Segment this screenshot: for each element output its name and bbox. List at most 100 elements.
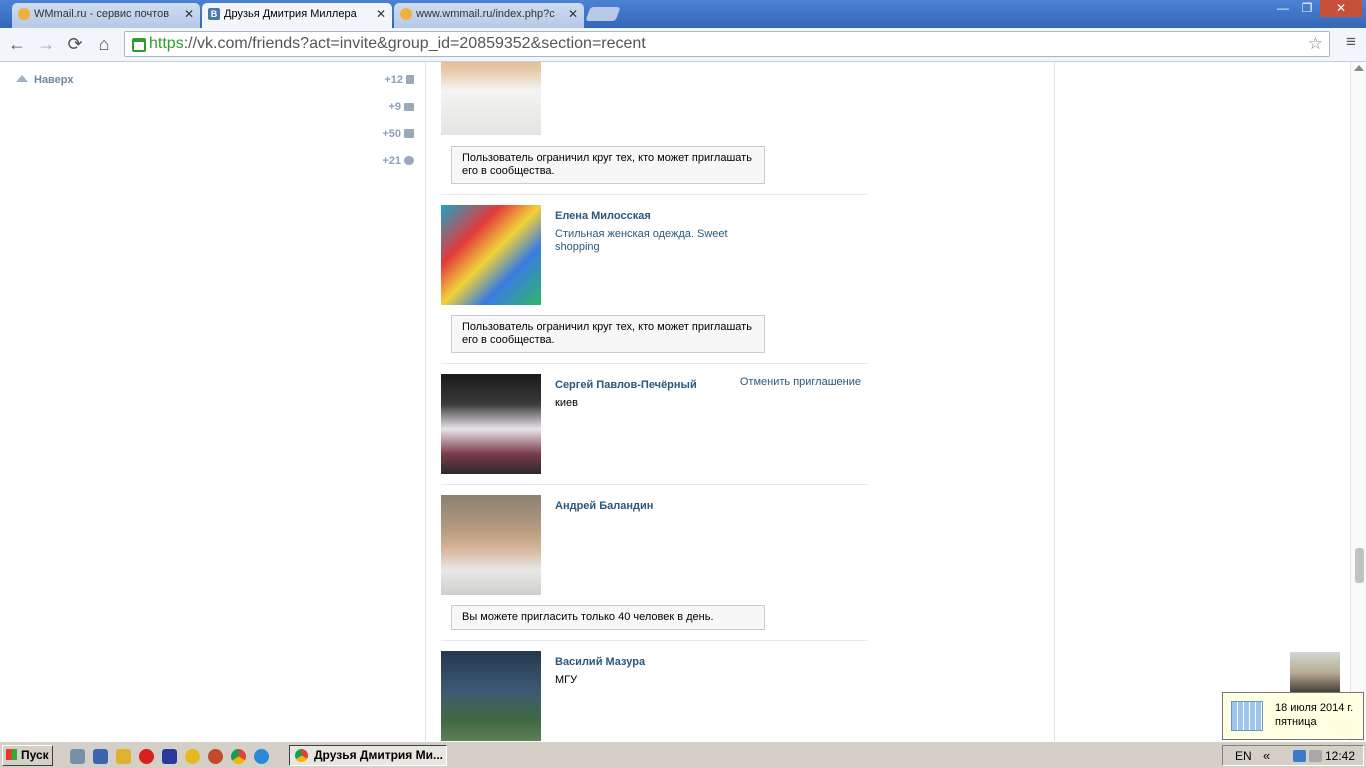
- close-window-button[interactable]: ✕: [1320, 0, 1362, 17]
- language-indicator[interactable]: EN: [1235, 749, 1252, 763]
- taskbar-window-title: Друзья Дмитрия Ми...: [314, 748, 444, 762]
- tab-wmmail-index[interactable]: www.wmmail.ru/index.php?c ✕: [394, 3, 584, 28]
- calendar-icon: [1231, 701, 1263, 731]
- reload-icon[interactable]: ⟳: [64, 33, 86, 55]
- mail-icon: [404, 103, 414, 111]
- taskbar-clock[interactable]: 12:42: [1325, 749, 1355, 763]
- browser-titlebar: WMmail.ru - сервис почтов ✕ В Друзья Дми…: [0, 0, 1366, 28]
- windows-logo-icon: [6, 749, 17, 760]
- list-item: Сергей Павлов-Печёрный киев Отменить при…: [441, 374, 867, 474]
- tab-close-icon[interactable]: ✕: [184, 3, 194, 25]
- tab-close-icon[interactable]: ✕: [568, 3, 578, 25]
- friend-name[interactable]: Андрей Баландин: [555, 500, 653, 512]
- minimize-button[interactable]: —: [1270, 0, 1296, 17]
- windows-taskbar: Пуск Друзья Дмитрия Ми... EN « 12:42: [0, 741, 1366, 768]
- bookmark-star-icon[interactable]: ☆: [1308, 34, 1323, 54]
- quicklaunch-opera-icon[interactable]: [139, 749, 154, 764]
- wmmail-favicon-icon: [18, 8, 30, 20]
- back-arrow-icon[interactable]: ←: [6, 33, 28, 55]
- counter-phone[interactable]: +12: [384, 74, 414, 86]
- quicklaunch-save-icon[interactable]: [162, 749, 177, 764]
- friend-avatar[interactable]: [441, 374, 541, 474]
- friend-name[interactable]: Василий Мазура: [555, 656, 645, 668]
- url-rest: ://vk.com/friends?act=invite&group_id=20…: [183, 35, 646, 52]
- friend-avatar[interactable]: [441, 62, 541, 135]
- browser-toolbar: ← → ⟳ ⌂ https://vk.com/friends?act=invit…: [0, 28, 1366, 62]
- scroll-up-label: Наверх: [34, 74, 74, 86]
- quicklaunch-chrome-icon[interactable]: [231, 749, 246, 764]
- list-item: Василий Мазура МГУ: [441, 651, 867, 741]
- phone-icon: [406, 75, 414, 84]
- counter-value: +9: [388, 101, 401, 113]
- counter-value: +12: [384, 74, 403, 86]
- chrome-icon: [295, 749, 308, 762]
- counter-settings[interactable]: +21: [382, 155, 414, 167]
- divider: [441, 363, 867, 364]
- system-tray: EN « 12:42: [1222, 745, 1364, 766]
- scroll-up-button[interactable]: Наверх: [16, 74, 74, 86]
- forward-arrow-icon[interactable]: →: [35, 33, 57, 55]
- friend-avatar[interactable]: [441, 205, 541, 305]
- invite-notice: Пользователь ограничил круг тех, кто мож…: [451, 146, 765, 184]
- divider: [441, 194, 867, 195]
- tray-expand-icon[interactable]: «: [1263, 748, 1270, 763]
- tab-close-icon[interactable]: ✕: [376, 3, 386, 25]
- friend-avatar[interactable]: [441, 651, 541, 741]
- friend-name[interactable]: Елена Милосская: [555, 210, 651, 222]
- list-item: Пользователь ограничил круг тех, кто мож…: [441, 62, 867, 185]
- cancel-invite-link[interactable]: Отменить приглашение: [740, 376, 861, 388]
- quicklaunch-tools-icon[interactable]: [116, 749, 131, 764]
- quicklaunch-media-icon[interactable]: [208, 749, 223, 764]
- volume-tray-icon[interactable]: [1309, 750, 1322, 762]
- friend-status: МГУ: [555, 674, 578, 686]
- start-label: Пуск: [21, 748, 49, 762]
- start-button[interactable]: Пуск: [2, 745, 53, 766]
- scroll-up-arrow-icon[interactable]: [1354, 65, 1364, 71]
- quicklaunch-ie-icon[interactable]: [254, 749, 269, 764]
- wmmail-favicon-icon: [400, 8, 412, 20]
- taskbar-window-chrome[interactable]: Друзья Дмитрия Ми...: [289, 745, 447, 766]
- date-text: 18 июля 2014 г.: [1275, 702, 1354, 714]
- tab-title: WMmail.ru - сервис почтов: [34, 8, 170, 20]
- tab-title: Друзья Дмитрия Миллера: [224, 8, 357, 20]
- notification-avatar[interactable]: [1290, 652, 1340, 694]
- quicklaunch-app-icon[interactable]: [185, 749, 200, 764]
- network-tray-icon[interactable]: [1293, 750, 1306, 762]
- date-tooltip: 18 июля 2014 г. пятница: [1222, 692, 1364, 740]
- browser-menu-icon[interactable]: ≡: [1342, 33, 1360, 51]
- new-tab-button[interactable]: [585, 7, 621, 21]
- friend-name[interactable]: Сергей Павлов-Печёрный: [555, 379, 697, 391]
- vk-favicon-icon: В: [208, 8, 220, 20]
- quicklaunch-desktop-icon[interactable]: [93, 749, 108, 764]
- friends-list: Пользователь ограничил круг тех, кто мож…: [426, 62, 883, 741]
- right-column: [882, 62, 1055, 741]
- invite-notice: Пользователь ограничил круг тех, кто мож…: [451, 315, 765, 353]
- scrollbar-thumb[interactable]: [1355, 548, 1364, 583]
- home-icon[interactable]: ⌂: [93, 33, 115, 55]
- tab-title: www.wmmail.ru/index.php?c: [416, 8, 555, 20]
- quicklaunch-network-icon[interactable]: [70, 749, 85, 764]
- friend-status: Стильная женская одежда. Sweet shopping: [555, 228, 728, 253]
- left-sidebar: Наверх +12 +9 +50 +21: [0, 62, 426, 741]
- arrow-up-icon: [16, 75, 28, 82]
- page-scrollbar[interactable]: [1350, 62, 1366, 741]
- counter-comments[interactable]: +50: [382, 128, 414, 140]
- divider: [441, 484, 867, 485]
- address-url: https://vk.com/friends?act=invite&group_…: [149, 34, 646, 54]
- comment-icon: [404, 129, 414, 138]
- maximize-button[interactable]: ❐: [1294, 0, 1320, 17]
- friend-avatar[interactable]: [441, 495, 541, 595]
- friend-status: киев: [555, 397, 578, 409]
- lock-icon: [132, 38, 146, 52]
- tab-vk-friends[interactable]: В Друзья Дмитрия Миллера ✕: [202, 3, 392, 28]
- counter-mail[interactable]: +9: [388, 101, 414, 113]
- url-protocol: https: [149, 35, 184, 52]
- tab-wmmail[interactable]: WMmail.ru - сервис почтов ✕: [12, 3, 200, 28]
- gear-icon: [404, 156, 414, 165]
- counter-value: +21: [382, 155, 401, 167]
- invite-notice: Вы можете пригласить только 40 человек в…: [451, 605, 765, 630]
- counter-value: +50: [382, 128, 401, 140]
- page-content: Наверх +12 +9 +50 +21 Пользователь огран…: [0, 62, 1350, 741]
- address-bar[interactable]: https://vk.com/friends?act=invite&group_…: [124, 31, 1330, 57]
- list-item: Андрей Баландин Вы можете пригласить тол…: [441, 495, 867, 635]
